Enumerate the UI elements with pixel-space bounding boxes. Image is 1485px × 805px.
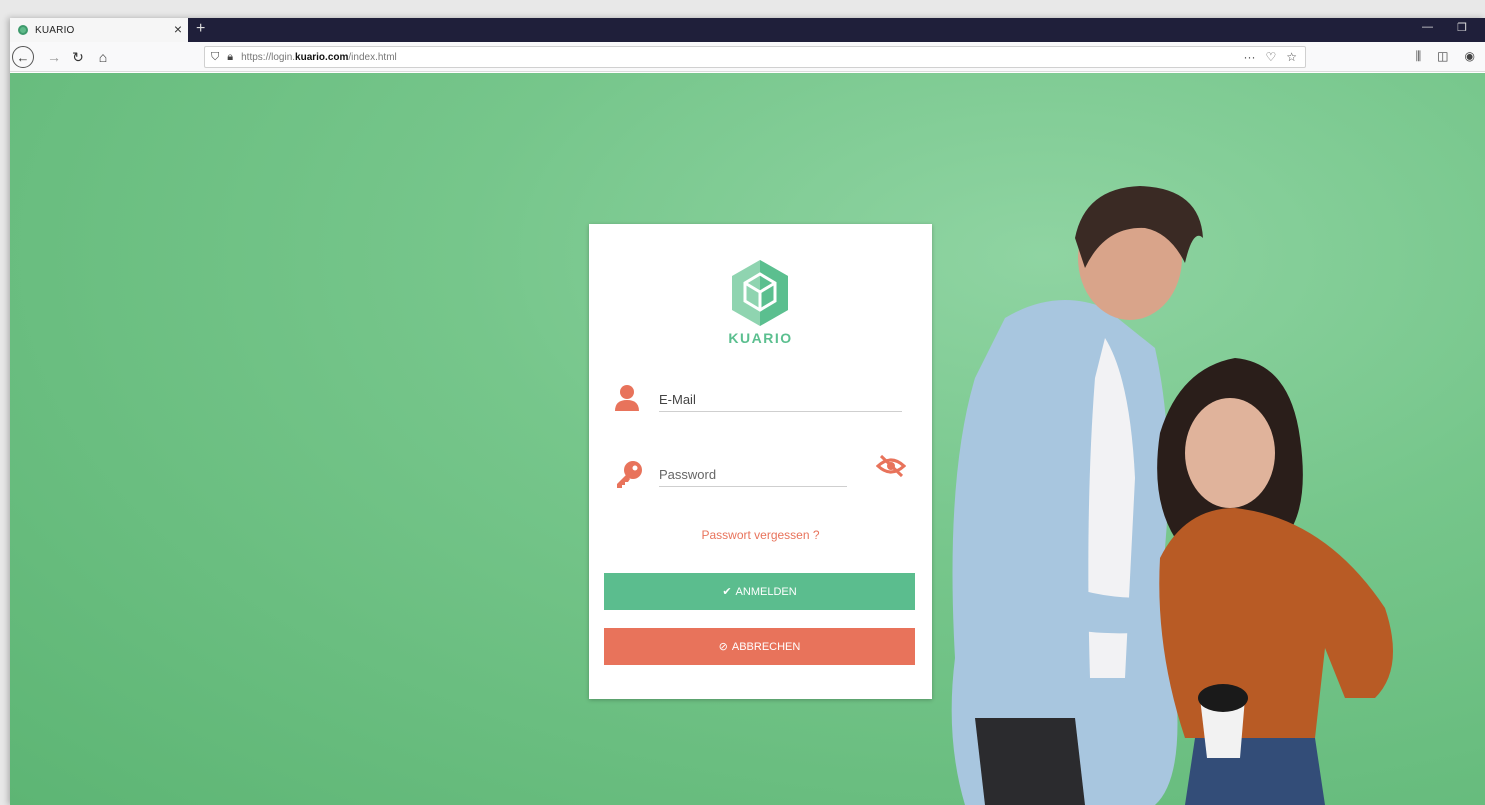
toggle-password-visibility-icon[interactable] (876, 454, 906, 478)
navigation-bar: ← → ↻ ⌂ ⛉ 🔒︎ https://login.kuario.com/in… (10, 42, 1485, 72)
tracking-shield-icon[interactable]: ⛉ (211, 51, 219, 64)
account-icon[interactable]: ◉ (1465, 49, 1475, 64)
home-icon[interactable]: ⌂ (93, 47, 113, 67)
bookmark-star-icon[interactable]: ☆ (1286, 50, 1297, 64)
url-text[interactable]: https://login.kuario.com/index.html (241, 52, 397, 63)
browser-tab[interactable]: KUARIO × (10, 18, 188, 42)
tab-title: KUARIO (35, 24, 75, 36)
email-field[interactable]: E-Mail (659, 390, 902, 412)
sidebar-icon[interactable]: ◫ (1437, 49, 1448, 64)
forward-button-icon[interactable]: → (44, 47, 64, 67)
library-icon[interactable]: ⫼ (1416, 49, 1422, 64)
cancel-button-label: ABBRECHEN (731, 640, 801, 653)
tab-close-button[interactable]: × (174, 21, 182, 37)
back-button-icon[interactable]: ← (12, 46, 34, 68)
login-card: KUARIO E-Mail Password Passwort vergesse… (589, 224, 932, 699)
page-actions-menu-icon[interactable]: ··· (1243, 50, 1255, 64)
restore-icon[interactable]: ❐ (1457, 21, 1467, 34)
minimize-icon[interactable]: — (1422, 21, 1433, 33)
reload-icon[interactable]: ↻ (68, 47, 88, 67)
key-icon (617, 461, 642, 488)
forgot-password-link[interactable]: Passwort vergessen ? (589, 528, 932, 542)
password-field[interactable]: Password (659, 466, 847, 487)
brand-name: KUARIO (728, 330, 793, 346)
cancel-button[interactable]: ⊘ ABBRECHEN (604, 628, 915, 665)
page-background: KUARIO E-Mail Password Passwort vergesse… (10, 73, 1485, 805)
browser-window: KUARIO × + — ❐ ← → ↻ ⌂ ⛉ 🔒︎ https://logi… (10, 18, 1485, 805)
pocket-icon[interactable]: ♡ (1265, 50, 1276, 64)
password-placeholder: Password (659, 467, 717, 482)
prohibited-icon: ⊘ (718, 641, 728, 653)
kuario-logo-icon (732, 260, 788, 326)
tab-bar: KUARIO × + — ❐ (10, 18, 1485, 42)
checkmark-icon: ✔ (722, 586, 732, 598)
kuario-favicon-icon (18, 25, 28, 35)
lock-icon[interactable]: 🔒︎ (227, 51, 233, 64)
couple-photo (951, 186, 1393, 805)
login-button[interactable]: ✔ ANMELDEN (604, 573, 915, 610)
login-button-label: ANMELDEN (735, 585, 797, 598)
new-tab-button[interactable]: + (196, 18, 205, 40)
user-icon (615, 385, 639, 411)
email-placeholder: E-Mail (659, 392, 696, 407)
address-bar[interactable]: ⛉ 🔒︎ https://login.kuario.com/index.html… (204, 46, 1306, 68)
